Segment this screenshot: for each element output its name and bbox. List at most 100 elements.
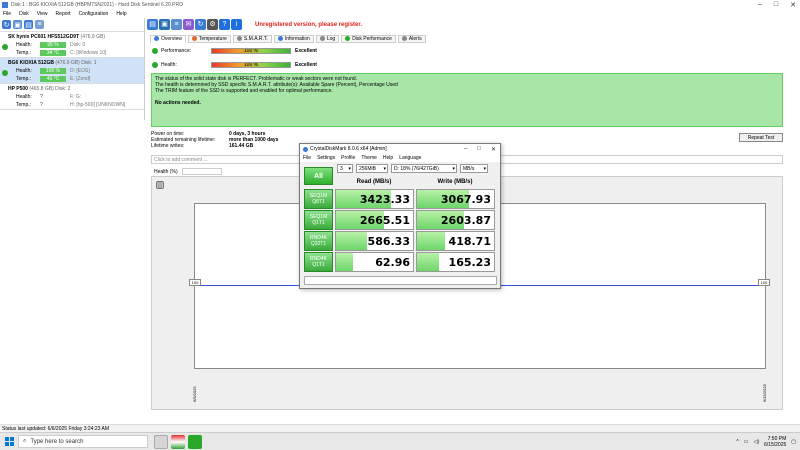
size-select[interactable]: 256MiB: [356, 164, 388, 173]
search-placeholder: Type here to search: [30, 438, 84, 445]
disk-size: (476.9 GB): [55, 60, 80, 66]
read-result-value: 586.33: [367, 235, 410, 248]
disk-item-1[interactable]: BG6 KIOXIA 512GB (476.9 GB) Disk: 1 Heal…: [0, 58, 144, 84]
menu-report[interactable]: Report: [56, 11, 71, 17]
disk-item-0[interactable]: SK hynix PC601 HFS512GD9T (476.9 GB) Hea…: [0, 32, 144, 58]
chevron-up-icon[interactable]: ^: [736, 439, 738, 445]
tab-log[interactable]: Log: [315, 34, 340, 43]
unregistered-notice[interactable]: Unregistered version, please register.: [255, 22, 362, 28]
report-icon[interactable]: ≡: [171, 18, 182, 30]
notification-icon[interactable]: ▢: [791, 439, 796, 445]
tab-label: Overview: [161, 35, 182, 42]
graph-date-right: 6/15/2025: [762, 384, 767, 402]
test-button-3[interactable]: RND4K Q1T1: [304, 252, 333, 272]
taskbar-search[interactable]: ⌕ Type here to search: [18, 435, 148, 448]
tab-label: Alerts: [408, 35, 422, 42]
disk-list-pane: ↻ ▣ ▤ ≡ SK hynix PC601 HFS512GD9T (476.9…: [0, 18, 145, 120]
cdm-maximize-button[interactable]: □: [477, 146, 481, 153]
tab-disk-performance[interactable]: Disk Performance: [341, 34, 396, 43]
drive-icon[interactable]: ▤: [24, 20, 33, 29]
cdm-menu-language[interactable]: Language: [399, 155, 421, 161]
temperature-icon: [191, 36, 197, 41]
cdm-menu-file[interactable]: File: [303, 155, 311, 161]
cdm-app-icon: [303, 146, 308, 152]
list-icon[interactable]: ≡: [35, 20, 44, 29]
menu-help[interactable]: Help: [116, 11, 126, 17]
task-view-icon[interactable]: [154, 434, 168, 449]
clock-date: 6/15/2025: [764, 442, 787, 448]
tab-information[interactable]: Information: [273, 34, 314, 43]
performance-label: Performance:: [161, 48, 192, 54]
minimize-button[interactable]: –: [758, 1, 762, 9]
cdm-menu-settings[interactable]: Settings: [317, 155, 335, 161]
drive-select[interactable]: D: 18% (76/427GiB): [391, 164, 457, 173]
info-icon[interactable]: i: [231, 18, 242, 30]
graph-range-select[interactable]: [181, 168, 222, 175]
windows-icon: [4, 437, 14, 446]
left-toolbar: ↻ ▣ ▤ ≡: [0, 18, 144, 32]
all-button[interactable]: All: [304, 167, 333, 185]
send-icon[interactable]: ✉: [183, 18, 194, 30]
save-icon[interactable]: ▤: [156, 181, 164, 189]
health-bar: 100 %: [211, 62, 291, 68]
disk-note: D: [EOS]: [70, 68, 90, 74]
menu-file[interactable]: File: [3, 11, 11, 17]
write-result-value: 418.71: [448, 235, 491, 248]
temp-label: Temp.:: [16, 102, 32, 108]
help-icon[interactable]: ?: [219, 18, 230, 30]
volume-icon[interactable]: ◁): [754, 439, 760, 445]
cdm-minimize-button[interactable]: –: [464, 146, 467, 153]
close-button[interactable]: ✕: [790, 1, 796, 9]
tab-smart[interactable]: S.M.A.R.T.: [232, 34, 272, 43]
disk-icon[interactable]: ▣: [159, 18, 170, 30]
test-button-2[interactable]: RND4K Q32T1: [304, 231, 333, 251]
graph-date-left: 6/5/2025: [192, 386, 197, 402]
cdm-menu-profile[interactable]: Profile: [341, 155, 355, 161]
count-select[interactable]: 3: [337, 164, 353, 173]
ok-status-icon: [2, 44, 8, 50]
write-result-bar: [417, 232, 445, 250]
menu-view[interactable]: View: [37, 11, 48, 17]
tab-temperature[interactable]: Temperature: [187, 34, 231, 43]
temp-label: Temp.:: [16, 50, 32, 56]
ok-status-icon: [152, 48, 158, 54]
network-icon[interactable]: ▭: [744, 439, 749, 445]
cdm-close-button[interactable]: ✕: [491, 146, 496, 153]
cdm-menu-theme[interactable]: Theme: [361, 155, 377, 161]
status-description: The status of the solid state disk is PE…: [151, 73, 783, 127]
unit-select[interactable]: MB/s: [460, 164, 488, 173]
cdm-menu-help[interactable]: Help: [383, 155, 393, 161]
smart-icon: [236, 36, 242, 41]
start-button[interactable]: [0, 433, 18, 450]
write-result-cell: 165.23: [416, 252, 495, 272]
cdm-title: CrystalDiskMark 8.0.6 x64 [Admin]: [310, 146, 387, 152]
menu-configuration[interactable]: Configuration: [79, 11, 109, 17]
cdm-comment-field[interactable]: [304, 276, 497, 285]
menu-disk[interactable]: Disk: [19, 11, 29, 17]
temp-label: Temp.:: [16, 76, 32, 82]
clock[interactable]: 7:50 PM 6/15/2025: [764, 436, 786, 448]
refresh-icon[interactable]: ↻: [195, 18, 206, 30]
tab-label: Temperature: [198, 35, 227, 42]
refresh-icon[interactable]: ↻: [2, 20, 11, 29]
tab-alerts[interactable]: Alerts: [397, 34, 426, 43]
test-button-1[interactable]: SEQ1M Q1T1: [304, 210, 333, 230]
read-result-cell: 3423.33: [335, 189, 414, 209]
disk-item-2[interactable]: HP P500 (465.8 GB) Disk: 2 Health:? F: G:…: [0, 84, 144, 110]
disk-icon[interactable]: ▣: [13, 20, 22, 29]
disk-index: Disk: 2: [55, 86, 71, 92]
tab-overview[interactable]: Overview: [150, 34, 186, 43]
tab-bar: Overview Temperature S.M.A.R.T. Informat…: [150, 34, 800, 43]
no-actions-text: No actions needed.: [155, 100, 201, 106]
repeat-test-button[interactable]: Repeat Test: [739, 133, 783, 142]
save-icon[interactable]: ▤: [147, 18, 158, 30]
crystaldiskmark-taskbar-icon[interactable]: [188, 434, 202, 449]
disk-note: F: G:: [70, 94, 82, 100]
read-result-cell: 586.33: [335, 231, 414, 251]
health-verdict: Excellent: [295, 62, 317, 68]
maximize-button[interactable]: □: [774, 1, 778, 9]
hard-disk-sentinel-taskbar-icon[interactable]: [171, 434, 185, 449]
gear-icon[interactable]: ⚙: [207, 18, 218, 30]
temp-value: 34 °C: [40, 50, 66, 56]
test-button-0[interactable]: SEQ1M Q8T1: [304, 189, 333, 209]
